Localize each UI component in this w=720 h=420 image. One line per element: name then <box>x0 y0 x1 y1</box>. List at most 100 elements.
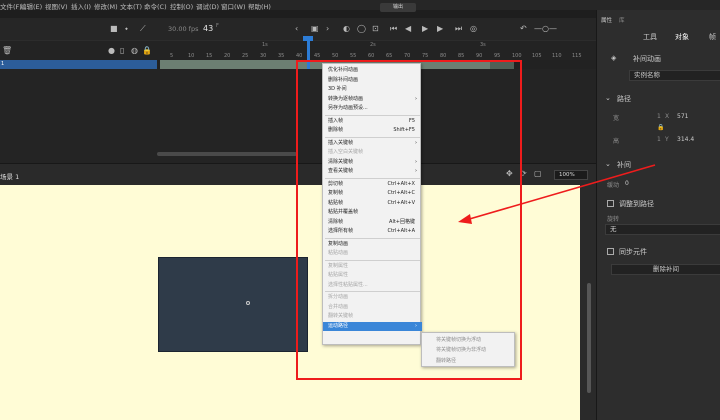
chevron-right-icon[interactable]: › <box>326 24 329 33</box>
context-menu-item[interactable]: 复制帧 Ctrl+Alt+C <box>323 189 422 198</box>
menu-file[interactable]: 文件(F) <box>0 1 22 11</box>
undo-icon[interactable]: ↶ <box>520 24 527 33</box>
context-menu-item-label: 插入空白关键帧 <box>328 149 364 155</box>
subtab-object[interactable]: 对象 <box>675 32 689 42</box>
menu-commands[interactable]: 命令(C) <box>144 1 167 11</box>
ruler-frame: 115 <box>572 53 582 59</box>
remove-tween-button[interactable]: 删除补间 <box>611 264 720 275</box>
context-menu-item[interactable]: 插入关键帧 › <box>323 139 422 148</box>
context-menu-item[interactable]: 粘贴动画 <box>323 249 422 258</box>
play-icon[interactable]: ▶ <box>437 24 443 33</box>
stage-scroll-thumb[interactable] <box>587 283 591 393</box>
context-menu-item[interactable]: 3D 补间 <box>323 85 422 94</box>
width-value[interactable]: 1 <box>657 113 661 120</box>
context-menu-item[interactable]: 清除关键帧 › <box>323 158 422 167</box>
menu-debug[interactable]: 调试(D) <box>196 1 219 11</box>
current-frame[interactable]: 43 <box>203 24 213 33</box>
graph-icon[interactable]: ⟋ <box>140 24 146 33</box>
trash-icon[interactable]: 🗑 <box>2 46 12 55</box>
instance-name-input[interactable]: 实例名称 <box>629 70 720 81</box>
submenu-item[interactable]: 翻转路径 <box>422 356 516 366</box>
context-menu-item[interactable]: 查看关键帧 › <box>323 167 422 176</box>
context-menu-item[interactable]: 插入空白关键帧 <box>323 148 422 157</box>
step-forward-icon[interactable]: ▶ <box>422 24 428 33</box>
camera-icon[interactable]: ■ <box>110 24 118 33</box>
context-menu-item[interactable]: 选择性粘贴属性... <box>323 281 422 290</box>
context-menu-item[interactable]: 运动路径 › <box>323 321 422 331</box>
context-menu-item[interactable]: 另存为动画预设... <box>323 104 422 113</box>
subtab-frame[interactable]: 帧 <box>709 32 716 42</box>
tab-library[interactable]: 库 <box>619 16 625 24</box>
onion-skin-outline-icon[interactable]: ◯ <box>357 24 366 33</box>
submenu-item[interactable]: 将关键帧切换为浮动 <box>422 335 516 345</box>
menu-text[interactable]: 文本(T) <box>120 1 142 11</box>
y-value[interactable]: 314.4 <box>677 136 694 143</box>
chevron-left-icon[interactable]: ‹ <box>295 24 298 33</box>
context-menu-item[interactable]: 删除补间动画 <box>323 76 422 85</box>
lock-ratio-icon[interactable]: 🔒 <box>657 124 664 131</box>
go-last-icon[interactable]: ⏭ <box>455 24 462 33</box>
layer-parent-icon[interactable]: ⬩ <box>125 24 128 33</box>
context-menu-item[interactable]: 插入帧 F5 <box>323 117 422 126</box>
lock-icon[interactable]: 🔒 <box>142 46 152 55</box>
context-menu-item[interactable]: 清除帧 Alt+回格键 <box>323 218 422 227</box>
context-menu-item-label: 粘贴属性 <box>328 272 349 278</box>
height-value[interactable]: 1 <box>657 136 661 143</box>
timeline-ruler[interactable]: 🗑 ● ▯ ◍ 🔒 1s 2s 3s 5 10 15 20 25 30 35 4… <box>0 40 596 60</box>
loop-icon[interactable]: ⊡ <box>372 24 379 33</box>
context-menu-item[interactable]: 转换为逐帧动画 › <box>323 95 422 104</box>
context-menu-item[interactable]: 粘贴帧 Ctrl+Alt+V <box>323 199 422 208</box>
menu-help[interactable]: 帮助(H) <box>248 1 271 11</box>
onion-skin-icon[interactable]: ◐ <box>343 24 350 33</box>
context-menu-item-label: 清除帧 <box>328 218 344 225</box>
tab-properties[interactable]: 属性 <box>601 16 612 24</box>
menu-edit[interactable]: 编辑(E) <box>20 1 42 11</box>
orient-to-path-checkbox[interactable] <box>607 200 614 207</box>
outline-icon[interactable]: ▯ <box>120 46 124 55</box>
show-layers-icon[interactable]: ● <box>108 46 115 55</box>
rotate-select[interactable]: 无 <box>605 224 720 235</box>
scene-label[interactable]: 场景 1 <box>0 171 19 181</box>
ease-value[interactable]: 0 <box>625 180 629 187</box>
context-menu-item[interactable]: 拆分动画 <box>323 293 422 302</box>
context-menu-shortcut: Shift+F5 <box>393 127 415 133</box>
chevron-down-icon[interactable]: ⌄ <box>605 160 611 168</box>
layer-name[interactable]: 1 <box>0 60 157 69</box>
rectangle-symbol[interactable] <box>158 257 308 352</box>
context-menu-item-label: 翻转关键帧 <box>328 313 354 319</box>
context-menu-item[interactable]: 翻转关键帧 <box>323 312 422 321</box>
ruler-frame: 65 <box>386 53 393 59</box>
go-first-icon[interactable]: ⏮ <box>390 24 397 33</box>
chevron-right-icon: › <box>415 168 417 174</box>
zoom-slider-icon[interactable]: —○— <box>534 24 557 33</box>
zoom-select[interactable]: 100% <box>554 170 588 180</box>
menu-window[interactable]: 窗口(W) <box>221 1 246 11</box>
x-value[interactable]: 571 <box>677 113 688 120</box>
context-menu-item[interactable]: 优化补间动画 <box>323 66 422 75</box>
menu-view[interactable]: 视图(V) <box>45 1 68 11</box>
sync-symbols-checkbox[interactable] <box>607 248 614 255</box>
subtab-tools[interactable]: 工具 <box>643 32 657 42</box>
menu-insert[interactable]: 插入(I) <box>71 1 91 11</box>
context-menu-item[interactable]: 选择所有帧 Ctrl+Alt+A <box>323 227 422 236</box>
fps-readout[interactable]: 30.00 fps <box>168 25 198 33</box>
visibility-icon[interactable]: ◍ <box>131 46 138 55</box>
record-icon[interactable]: ◎ <box>470 24 477 33</box>
transform-point[interactable] <box>246 301 250 305</box>
step-back-icon[interactable]: ◀ <box>405 24 411 33</box>
context-menu-item[interactable]: 剪切帧 Ctrl+Alt+X <box>323 180 422 189</box>
timeline-scrollbar[interactable] <box>157 152 297 156</box>
context-menu-item[interactable]: 删除帧 Shift+F5 <box>323 126 422 135</box>
context-menu-item[interactable]: 粘贴并覆盖帧 <box>323 208 422 217</box>
submenu-item[interactable]: 将关键帧切换为非浮动 <box>422 345 516 355</box>
menu-control[interactable]: 控制(O) <box>170 1 193 11</box>
clip-icon[interactable]: ▢ <box>534 169 542 178</box>
keyframe-icon[interactable]: ▣ <box>311 24 319 33</box>
output-window-title[interactable]: 输出 <box>380 3 416 12</box>
chevron-down-icon[interactable]: ⌄ <box>605 94 611 102</box>
context-menu-item[interactable]: 合并动画 <box>323 303 422 312</box>
context-menu-item[interactable]: 复制属性 <box>323 262 422 271</box>
context-menu-item[interactable]: 粘贴属性 <box>323 271 422 280</box>
menu-modify[interactable]: 修改(M) <box>94 1 118 11</box>
context-menu-item[interactable]: 复制动画 <box>323 240 422 249</box>
